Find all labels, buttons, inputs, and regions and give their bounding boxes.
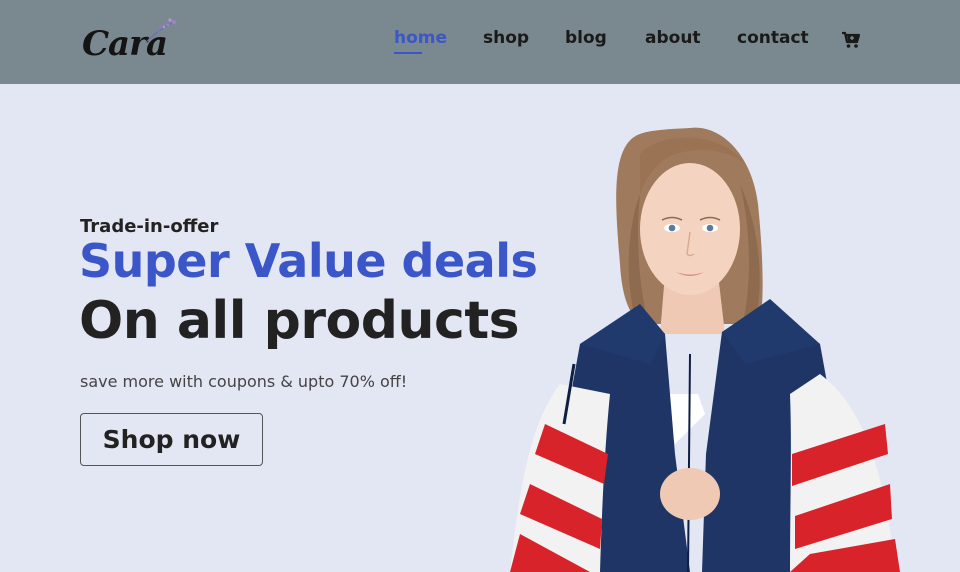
main-nav: home shop blog about contact <box>0 28 960 54</box>
model-image <box>510 127 900 572</box>
nav-link-home[interactable]: home <box>394 28 447 48</box>
cart-icon[interactable] <box>841 30 861 50</box>
nav-link-blog[interactable]: blog <box>565 28 607 48</box>
hero-section: Trade-in-offer Super Value deals On all … <box>0 84 960 572</box>
shop-now-button[interactable]: Shop now <box>80 413 263 466</box>
site-header: Cara home shop blog about contact <box>0 0 960 84</box>
nav-link-about[interactable]: about <box>645 28 701 48</box>
active-underline <box>394 52 422 54</box>
hero-headline-accent: Super Value deals <box>79 234 538 288</box>
nav-link-contact[interactable]: contact <box>737 28 809 48</box>
hero-subtext: save more with coupons & upto 70% off! <box>80 372 408 391</box>
hero-headline-main: On all products <box>79 291 520 351</box>
nav-link-shop[interactable]: shop <box>483 28 529 48</box>
